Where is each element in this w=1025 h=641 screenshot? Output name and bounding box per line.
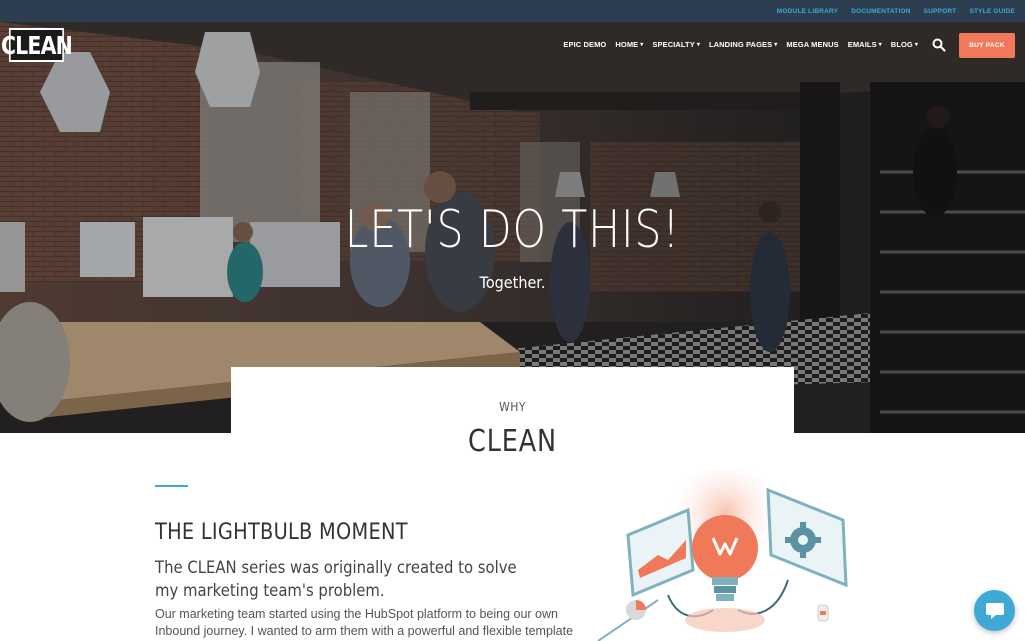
accent-divider — [155, 485, 188, 487]
nav-item-epic-demo[interactable]: EPIC DEMO — [563, 40, 606, 49]
nav-item-label: MEGA MENUS — [786, 40, 839, 49]
main-nav: EPIC DEMO HOME ▾ SPECIALTY ▾ LANDING PAGES ▾ ME… — [554, 40, 918, 49]
chevron-down-icon: ▾ — [640, 42, 644, 48]
utility-bar: MODULE LIBRARY DOCUMENTATION SUPPORT STYLE … — [0, 0, 1025, 22]
hero-title: LET'S DO THIS! — [344, 200, 681, 260]
chat-widget-button[interactable] — [974, 590, 1015, 631]
nav-item-landing-pages[interactable]: LANDING PAGES ▾ — [709, 40, 777, 49]
why-title: CLEAN — [468, 424, 557, 459]
chevron-down-icon: ▾ — [774, 42, 778, 48]
nav-item-label: HOME — [615, 40, 639, 49]
utility-link-style-guide[interactable]: STYLE GUIDE — [969, 8, 1015, 15]
section-heading: THE LIGHTBULB MOMENT — [155, 520, 408, 545]
nav-item-label: LANDING PAGES — [708, 40, 773, 49]
hero-subtitle: Together. — [479, 273, 546, 292]
utility-link-documentation[interactable]: DOCUMENTATION — [851, 8, 910, 15]
section-lead: The CLEAN series was originally created … — [155, 558, 517, 600]
utility-link-module-library[interactable]: MODULE LIBRARY — [777, 8, 838, 15]
nav-item-emails[interactable]: EMAILS ▾ — [848, 40, 882, 49]
why-label: WHY — [499, 400, 526, 414]
nav-item-specialty[interactable]: SPECIALTY ▾ — [652, 40, 700, 49]
nav-item-label: BLOG — [890, 40, 913, 49]
nav-item-mega-menus[interactable]: MEGA MENUS — [786, 40, 838, 49]
chevron-down-icon: ▾ — [914, 42, 918, 48]
nav-item-label: EMAILS — [847, 40, 877, 49]
site-logo[interactable]: CLEAN — [1, 28, 73, 62]
chevron-down-icon: ▾ — [878, 42, 882, 48]
nav-item-label: SPECIALTY — [652, 40, 695, 49]
search-icon[interactable] — [932, 38, 946, 52]
why-card: WHY CLEAN — [231, 367, 794, 467]
nav-item-blog[interactable]: BLOG ▾ — [891, 40, 918, 49]
utility-link-support[interactable]: SUPPORT — [924, 8, 957, 15]
chevron-down-icon: ▾ — [696, 42, 700, 48]
lightbulb-illustration — [597, 470, 848, 641]
nav-item-label: EPIC DEMO — [563, 40, 607, 49]
chat-bubble-icon — [985, 602, 1004, 619]
buy-pack-button[interactable]: BUY PACK — [959, 33, 1015, 58]
nav-item-home[interactable]: HOME ▾ — [615, 40, 643, 49]
section-body: Our marketing team started using the Hub… — [155, 607, 574, 638]
